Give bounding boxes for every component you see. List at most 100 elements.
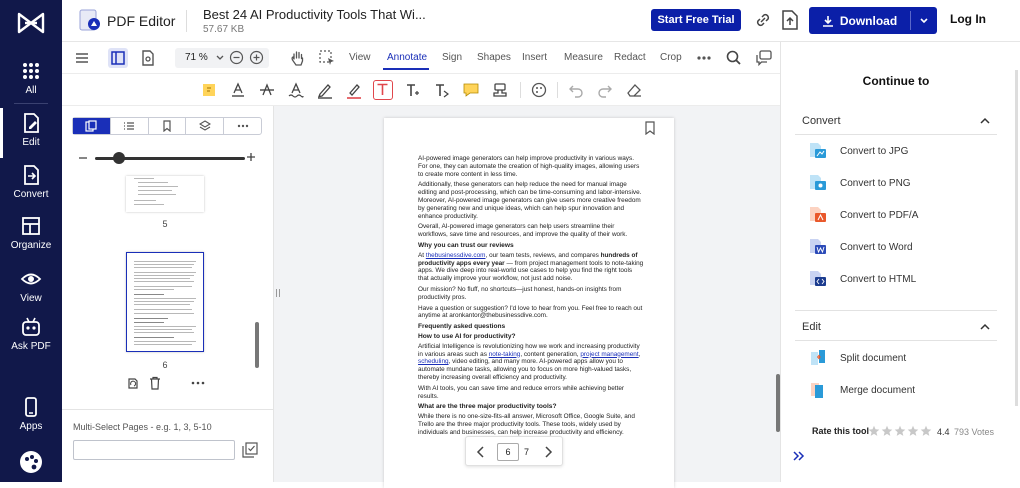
upload-icon[interactable] — [781, 10, 799, 30]
nav-convert[interactable]: Convert — [0, 164, 62, 210]
page-more-icon[interactable] — [190, 376, 206, 390]
page-thumbnail-6[interactable] — [126, 252, 204, 352]
zoom-out-icon[interactable] — [229, 50, 244, 65]
tab-crop[interactable]: Crop — [660, 52, 682, 63]
page-settings-icon[interactable] — [138, 48, 158, 68]
edit-section-header[interactable]: Edit — [802, 321, 821, 333]
apply-selection-icon[interactable] — [242, 442, 258, 458]
outline-view-button[interactable] — [111, 118, 149, 134]
plus-icon[interactable] — [246, 152, 256, 162]
link-scheduling[interactable]: scheduling — [418, 358, 449, 365]
underline-text-icon[interactable] — [228, 80, 248, 100]
star-icon[interactable] — [868, 425, 880, 437]
layers-view-button[interactable] — [186, 118, 225, 134]
start-free-trial-button[interactable]: Start Free Trial — [651, 9, 741, 31]
prev-page-icon[interactable] — [476, 446, 486, 458]
tab-measure[interactable]: Measure — [564, 52, 603, 63]
zoom-in-icon[interactable] — [249, 50, 264, 65]
undo-icon[interactable] — [566, 80, 586, 100]
star-icon[interactable] — [894, 425, 906, 437]
strikethrough-icon[interactable] — [257, 80, 277, 100]
logo-icon[interactable] — [17, 11, 45, 35]
next-page-icon[interactable] — [543, 446, 553, 458]
sidebar-toggle-icon[interactable] — [108, 48, 128, 68]
nav-organize[interactable]: Organize — [0, 215, 62, 261]
convert-item-label: Convert to JPG — [840, 145, 909, 157]
slider-handle[interactable] — [113, 152, 125, 164]
hand-tool-icon[interactable] — [288, 48, 308, 68]
squiggly-icon[interactable] — [286, 80, 306, 100]
thumbnails-view-button[interactable] — [73, 118, 111, 134]
convert-to-png-item[interactable]: Convert to PNG — [808, 173, 911, 193]
tab-sign[interactable]: Sign — [442, 52, 462, 63]
sticky-note-icon[interactable] — [199, 80, 219, 100]
callout-text-icon[interactable] — [432, 80, 452, 100]
collapse-panel-icon[interactable] — [793, 451, 805, 461]
nav-edit[interactable]: Edit — [0, 108, 62, 158]
document-page[interactable]: AI-powered image generators can help imp… — [384, 118, 674, 488]
tab-redact[interactable]: Redact — [614, 52, 646, 63]
split-document-item[interactable]: Split document — [808, 348, 906, 368]
bookmarks-view-button[interactable] — [149, 118, 187, 134]
link-thebusinessdive[interactable]: thebusinessdive.com — [426, 252, 486, 259]
highlighter-icon[interactable] — [344, 80, 364, 100]
star-icon[interactable] — [920, 425, 932, 437]
rotate-page-icon[interactable] — [126, 376, 140, 390]
download-main-button[interactable]: Download — [809, 7, 910, 34]
search-icon[interactable] — [724, 48, 744, 68]
chevron-up-icon[interactable] — [980, 117, 990, 125]
comments-icon[interactable] — [754, 48, 774, 68]
tab-annotate[interactable]: Annotate — [387, 52, 427, 63]
minus-icon[interactable] — [78, 153, 88, 163]
zoom-value[interactable]: 71 % — [185, 52, 208, 63]
comment-icon[interactable] — [461, 80, 481, 100]
stamp-icon[interactable] — [490, 80, 510, 100]
bookmark-page-icon[interactable] — [644, 121, 656, 135]
merge-document-item[interactable]: Merge document — [808, 380, 915, 400]
menu-icon[interactable] — [72, 48, 92, 68]
convert-to-html-item[interactable]: Convert to HTML — [808, 269, 916, 289]
zoom-control[interactable]: 71 % — [175, 48, 269, 68]
convert-section-header[interactable]: Convert — [802, 115, 841, 127]
page-thumbnail-5[interactable] — [126, 176, 204, 212]
select-tool-icon[interactable] — [317, 48, 337, 68]
tab-insert[interactable]: Insert — [522, 52, 547, 63]
document-name[interactable]: Best 24 AI Productivity Tools That Wi... — [203, 7, 426, 22]
tab-shapes[interactable]: Shapes — [477, 52, 511, 63]
more-views-button[interactable] — [224, 118, 261, 134]
download-button[interactable]: Download — [809, 7, 937, 34]
zoom-chevron-icon[interactable] — [216, 55, 224, 61]
convert-to-pdfa-item[interactable]: Convert to PDF/A — [808, 205, 918, 225]
eraser-icon[interactable] — [624, 80, 644, 100]
thumbnail-scrollbar[interactable] — [255, 322, 259, 368]
convert-to-jpg-item[interactable]: Convert to JPG — [808, 141, 908, 161]
redo-icon[interactable] — [595, 80, 615, 100]
convert-to-word-item[interactable]: Convert to Word — [808, 237, 913, 257]
color-palette-icon[interactable] — [529, 80, 549, 100]
link-project-management[interactable]: project management — [580, 351, 638, 358]
link-note-taking[interactable]: note-taking — [489, 351, 521, 358]
nav-ask-pdf[interactable]: Ask PDF — [0, 316, 62, 362]
star-icon[interactable] — [881, 425, 893, 437]
download-options-button[interactable] — [911, 7, 937, 34]
palette-icon[interactable] — [19, 450, 43, 474]
nav-all[interactable]: All — [0, 60, 62, 106]
link-icon[interactable] — [754, 11, 772, 29]
right-panel-scrollbar[interactable] — [1015, 70, 1018, 406]
nav-apps[interactable]: Apps — [0, 396, 62, 442]
typewriter-icon[interactable] — [403, 80, 423, 100]
star-icon[interactable] — [907, 425, 919, 437]
delete-page-icon[interactable] — [148, 376, 162, 390]
nav-view[interactable]: View — [0, 268, 62, 314]
current-page-input[interactable]: 6 — [497, 443, 519, 461]
chevron-up-icon[interactable] — [980, 323, 990, 331]
tab-view[interactable]: View — [349, 52, 371, 63]
text-box-icon[interactable] — [373, 80, 393, 100]
pen-icon[interactable] — [315, 80, 335, 100]
login-button[interactable]: Log In — [950, 12, 986, 26]
more-tabs-icon[interactable] — [694, 48, 714, 68]
rating-stars[interactable] — [868, 425, 932, 437]
panel-resize-handle[interactable] — [274, 106, 282, 482]
multi-select-input[interactable] — [73, 440, 235, 460]
document-canvas[interactable]: AI-powered image generators can help imp… — [282, 106, 780, 488]
